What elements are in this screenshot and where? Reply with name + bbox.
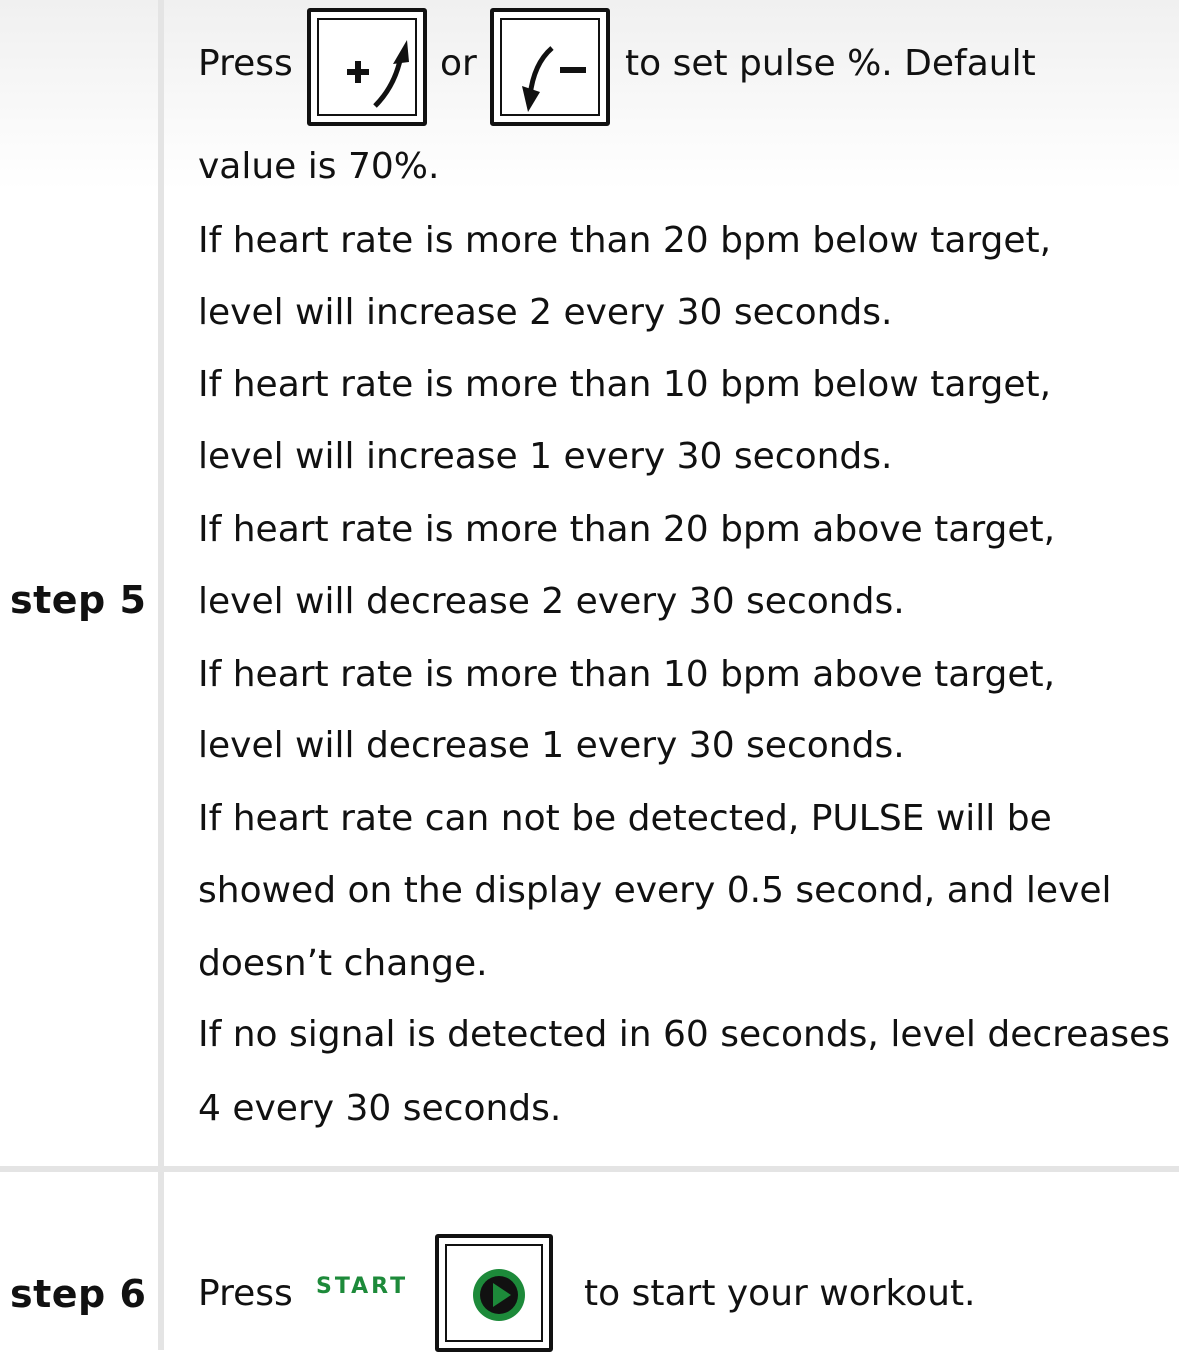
step-5-line: value is 70%. <box>198 146 440 187</box>
step-5-line: level will increase 2 every 30 seconds. <box>198 292 893 333</box>
step-5-line: level will decrease 2 every 30 seconds. <box>198 581 905 622</box>
start-key <box>435 1234 553 1352</box>
step-5-line: 4 every 30 seconds. <box>198 1088 562 1129</box>
minus-down-arrow-icon <box>522 46 586 112</box>
step-5-or-text: or <box>440 43 477 84</box>
step-6-suffix-text: to start your workout. <box>584 1273 976 1314</box>
step-5-line: If heart rate is more than 20 bpm below … <box>198 220 1052 261</box>
play-icon <box>473 1269 525 1321</box>
row-divider <box>0 1166 1179 1172</box>
step-5-line: If heart rate can not be detected, PULSE… <box>198 798 1052 839</box>
column-divider <box>158 0 164 1350</box>
start-word: START <box>316 1274 409 1299</box>
step-5-label: step 5 <box>10 578 147 622</box>
step-5-line: level will increase 1 every 30 seconds. <box>198 436 893 477</box>
minus-down-key <box>490 8 610 126</box>
plus-up-arrow-icon <box>347 40 409 108</box>
step-6-label: step 6 <box>10 1272 147 1316</box>
step-5-line: level will decrease 1 every 30 seconds. <box>198 725 905 766</box>
step-6-press-text: Press <box>198 1273 293 1314</box>
step-5-suffix-text: to set pulse %. Default <box>625 43 1036 84</box>
step-5-line: doesn’t change. <box>198 943 488 984</box>
step-5-line: If heart rate is more than 20 bpm above … <box>198 509 1056 550</box>
plus-up-key <box>307 8 427 126</box>
step-5-line: showed on the display every 0.5 second, … <box>198 870 1112 911</box>
step-5-line: If heart rate is more than 10 bpm above … <box>198 654 1056 695</box>
step-5-line: If no signal is detected in 60 seconds, … <box>198 1014 1171 1055</box>
step-5-line: If heart rate is more than 10 bpm below … <box>198 364 1052 405</box>
step-5-press-text: Press <box>198 43 293 84</box>
